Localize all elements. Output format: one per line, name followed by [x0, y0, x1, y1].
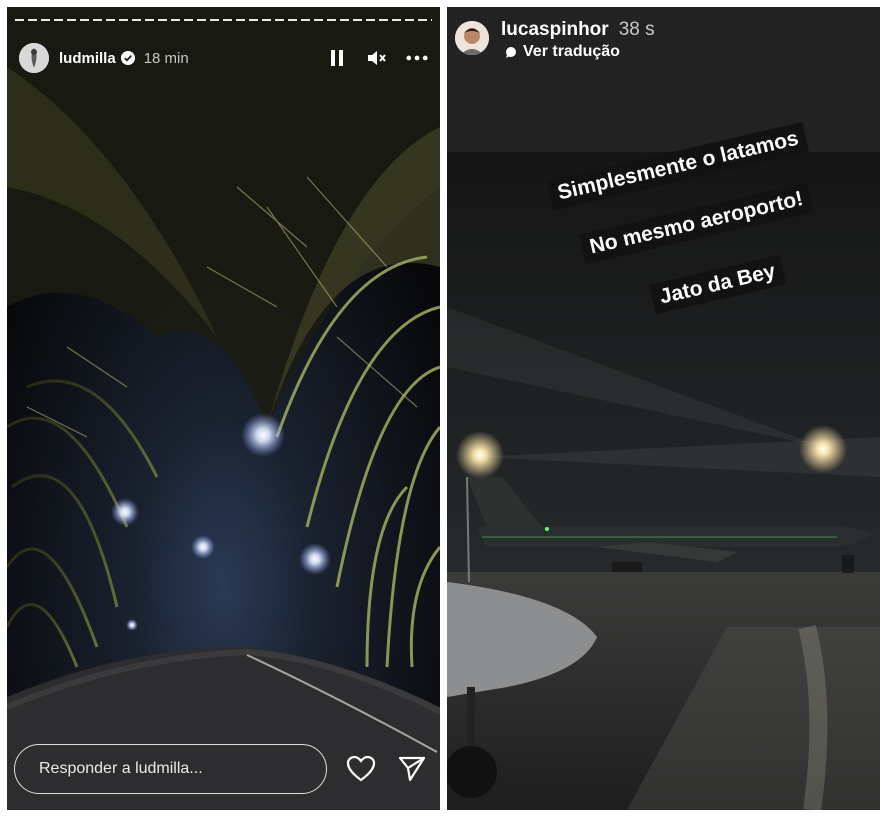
- heart-icon[interactable]: [346, 755, 376, 783]
- send-icon[interactable]: [397, 755, 427, 783]
- see-translation-label[interactable]: Ver tradução: [523, 43, 620, 61]
- mute-icon[interactable]: [366, 47, 388, 69]
- story-controls: [326, 47, 428, 69]
- reply-input[interactable]: [39, 745, 309, 792]
- avatar[interactable]: [19, 43, 49, 73]
- avatar[interactable]: [455, 21, 489, 55]
- story-username[interactable]: ludmilla: [59, 50, 116, 67]
- more-icon[interactable]: [406, 47, 428, 69]
- story-header: ludmilla 18 min: [19, 43, 189, 73]
- ludmilla-story: ludmilla 18 min: [7, 7, 440, 810]
- story-time: 38 s: [618, 19, 655, 40]
- see-translation-link[interactable]: Ver tradução: [505, 43, 620, 61]
- pause-icon[interactable]: [326, 47, 348, 69]
- airport-jet-photo: [447, 7, 880, 810]
- story-time: 18 min: [143, 49, 189, 67]
- speech-bubble-icon: [506, 47, 516, 58]
- story-progress-bar: [15, 19, 432, 21]
- reply-field-container: [14, 744, 327, 794]
- lucaspinhor-story: lucaspinhor 38 s Ver tradução Simplesmen…: [447, 7, 880, 810]
- verified-badge-icon: [120, 51, 135, 65]
- bamboo-tunnel-photo: [7, 7, 440, 810]
- story-username[interactable]: lucaspinhor: [501, 19, 609, 41]
